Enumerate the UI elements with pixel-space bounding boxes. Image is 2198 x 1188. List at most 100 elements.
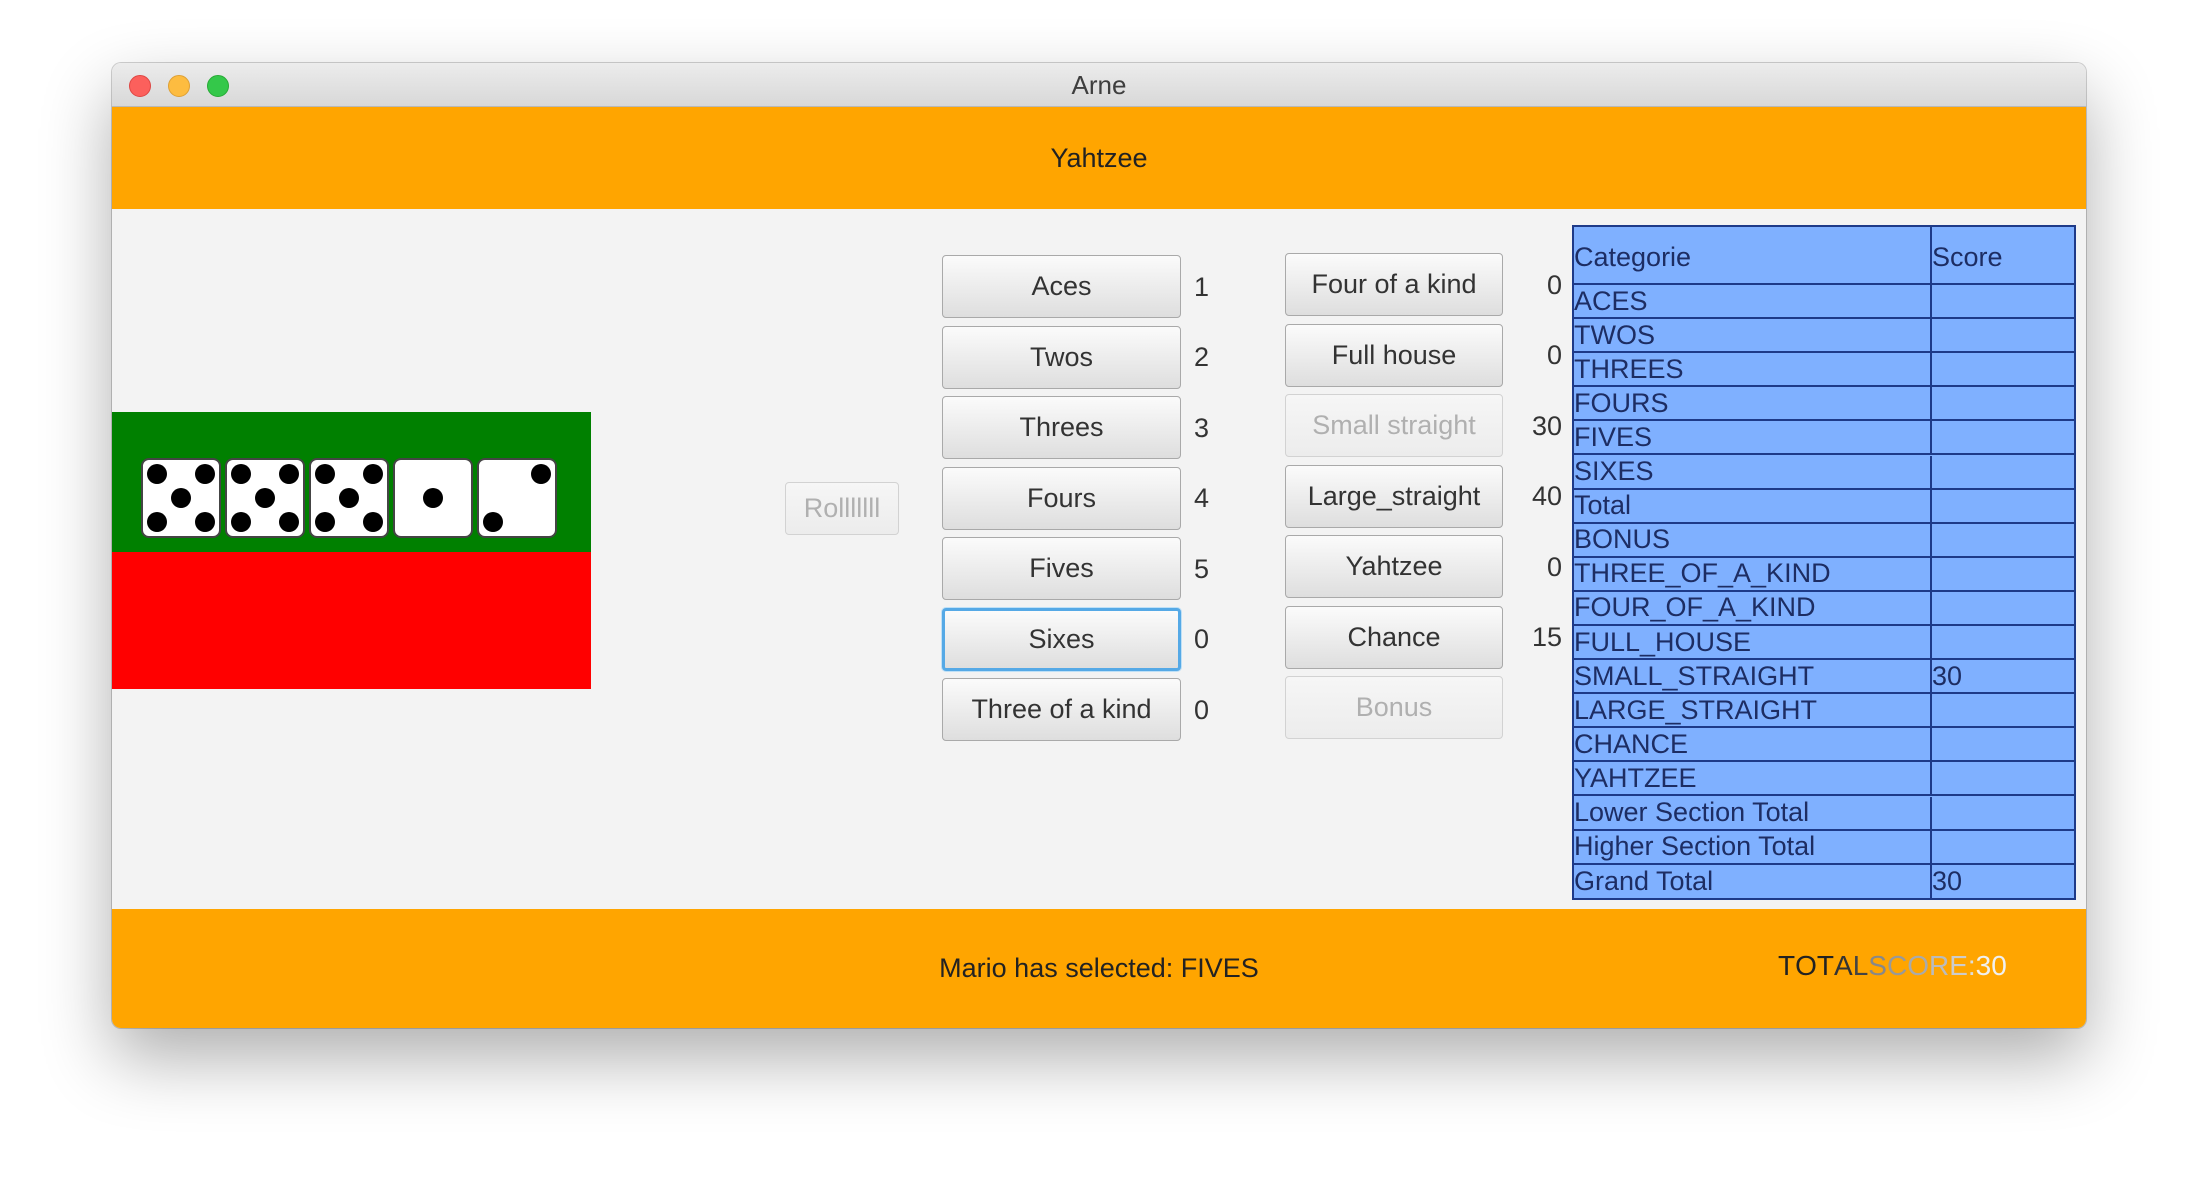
left-score-aces: 1 [1194, 271, 1210, 302]
table-row: Higher Section Total [1574, 830, 2074, 865]
table-cell-category: THREES [1574, 353, 1932, 386]
left-score-three-of-a-kind: 0 [1194, 694, 1210, 725]
table-row: CHANCE [1574, 728, 2074, 763]
table-cell-score [1932, 490, 2074, 522]
die-pip [195, 463, 216, 484]
right-button-full-house[interactable]: Full house [1285, 323, 1503, 387]
die-1[interactable] [141, 458, 221, 538]
table-cell-score [1932, 456, 2074, 488]
table-cell-category: FOUR_OF_A_KIND [1574, 591, 1932, 624]
die-pip [195, 512, 216, 533]
table-cell-score [1932, 285, 2074, 317]
die-pip [363, 463, 384, 484]
left-button-fives[interactable]: Fives [942, 537, 1181, 600]
red-panel [112, 552, 591, 689]
table-cell-category: SIXES [1574, 455, 1932, 488]
table-row: TWOS [1574, 319, 2074, 354]
total-score-char: L [1852, 950, 1869, 981]
right-button-large-straight[interactable]: Large_straight [1285, 464, 1503, 528]
die-pip [482, 512, 503, 533]
table-cell-category: LARGE_STRAIGHT [1574, 694, 1932, 727]
right-button-small-straight[interactable]: Small straight [1285, 394, 1503, 457]
left-button-fours[interactable]: Fours [942, 466, 1181, 530]
table-row: FOURS [1574, 387, 2074, 422]
table-cell-category: BONUS [1574, 523, 1932, 556]
right-score-four-of-a-kind: 0 [1546, 269, 1562, 300]
table-row: SIXES [1574, 455, 2074, 490]
table-cell-category: TWOS [1574, 319, 1932, 352]
table-row: ACES [1574, 285, 2074, 320]
die-4[interactable] [393, 458, 473, 538]
score-table: Categorie Score ACES TWOS THREES FOURS FIVES SI… [1572, 225, 2076, 900]
left-button-sixes[interactable]: Sixes [942, 607, 1181, 671]
total-score: TOTAL SCORE:30 [1778, 909, 2007, 1023]
right-button-four-of-a-kind[interactable]: Four of a kind [1285, 253, 1503, 316]
table-cell-category: Total [1574, 489, 1932, 522]
table-cell-score: 30 [1932, 660, 1963, 691]
title-bar: Arne [112, 63, 2086, 107]
total-score-char: T [1778, 950, 1796, 981]
table-cell-score [1932, 558, 2074, 590]
table-cell-score [1932, 694, 2074, 726]
total-score-char: R [1928, 950, 1950, 981]
left-score-threes: 3 [1194, 412, 1210, 443]
table-cell-score [1932, 319, 2074, 351]
die-pip [230, 512, 251, 533]
table-cell-category: CHANCE [1574, 728, 1932, 761]
table-row: Lower Section Total [1574, 796, 2074, 831]
table-cell-score [1932, 421, 2074, 453]
roll-button[interactable]: Rolllllll [785, 482, 899, 535]
table-row: YAHTZEE [1574, 762, 2074, 797]
right-button-chance[interactable]: Chance [1285, 605, 1503, 669]
die-3[interactable] [309, 458, 389, 538]
table-cell-category: SMALL_STRAIGHT [1574, 660, 1932, 693]
die-pip [314, 463, 335, 484]
left-button-twos[interactable]: Twos [942, 325, 1181, 389]
left-button-three-of-a-kind[interactable]: Three of a kind [942, 678, 1181, 741]
table-cell-score [1932, 387, 2074, 419]
die-pip [314, 512, 335, 533]
table-cell-category: FOURS [1574, 387, 1932, 420]
table-cell-score [1932, 728, 2074, 760]
die-pip [146, 512, 167, 533]
die-pip [230, 463, 251, 484]
die-2[interactable] [225, 458, 305, 538]
app-window: Arne Yahtzee Rolllllll Categorie Score ACE… [112, 63, 2086, 1028]
table-row: THREE_OF_A_KIND [1574, 557, 2074, 592]
footer-bar: Mario has selected: FIVES TOTAL SCORE:30 [112, 909, 2086, 1028]
total-score-label: TOTAL SCORE: [1778, 909, 1976, 1023]
table-cell-category: THREE_OF_A_KIND [1574, 557, 1932, 590]
left-button-threes[interactable]: Threes [942, 396, 1181, 459]
table-cell-score [1932, 797, 2074, 829]
die-pip [339, 488, 359, 508]
die-5[interactable] [477, 458, 557, 538]
total-score-char: C [1886, 950, 1908, 981]
table-cell-score [1932, 592, 2074, 624]
table-row: Total [1574, 489, 2074, 524]
total-score-char: E [1949, 950, 1968, 981]
die-pip [363, 512, 384, 533]
table-cell-category: ACES [1574, 285, 1932, 318]
table-row: THREES [1574, 353, 2074, 388]
total-score-value: 30 [1975, 950, 2007, 981]
right-button-yahtzee[interactable]: Yahtzee [1285, 535, 1503, 598]
game-header: Yahtzee [112, 107, 2086, 209]
table-cell-score [1932, 762, 2074, 794]
table-header: Categorie Score [1574, 227, 2074, 285]
right-score-yahtzee: 0 [1546, 551, 1562, 582]
table-row: FOUR_OF_A_KIND [1574, 591, 2074, 626]
total-score-char: O [1795, 950, 1817, 981]
die-pip [255, 488, 275, 508]
left-button-aces[interactable]: Aces [942, 255, 1181, 318]
table-cell-score [1932, 353, 2074, 385]
table-cell-category: FULL_HOUSE [1574, 626, 1932, 659]
table-cell-category: Categorie [1574, 227, 1932, 283]
left-score-sixes: 0 [1194, 624, 1210, 654]
table-cell-category: Lower Section Total [1574, 796, 1932, 829]
left-score-fours: 4 [1194, 483, 1210, 513]
right-score-large-straight: 40 [1531, 481, 1562, 511]
window-title: Arne [1071, 70, 1127, 100]
right-button-bonus[interactable]: Bonus [1285, 676, 1503, 739]
total-score-char: T [1816, 950, 1834, 981]
table-row: SMALL_STRAIGHT 30 [1574, 660, 2074, 695]
